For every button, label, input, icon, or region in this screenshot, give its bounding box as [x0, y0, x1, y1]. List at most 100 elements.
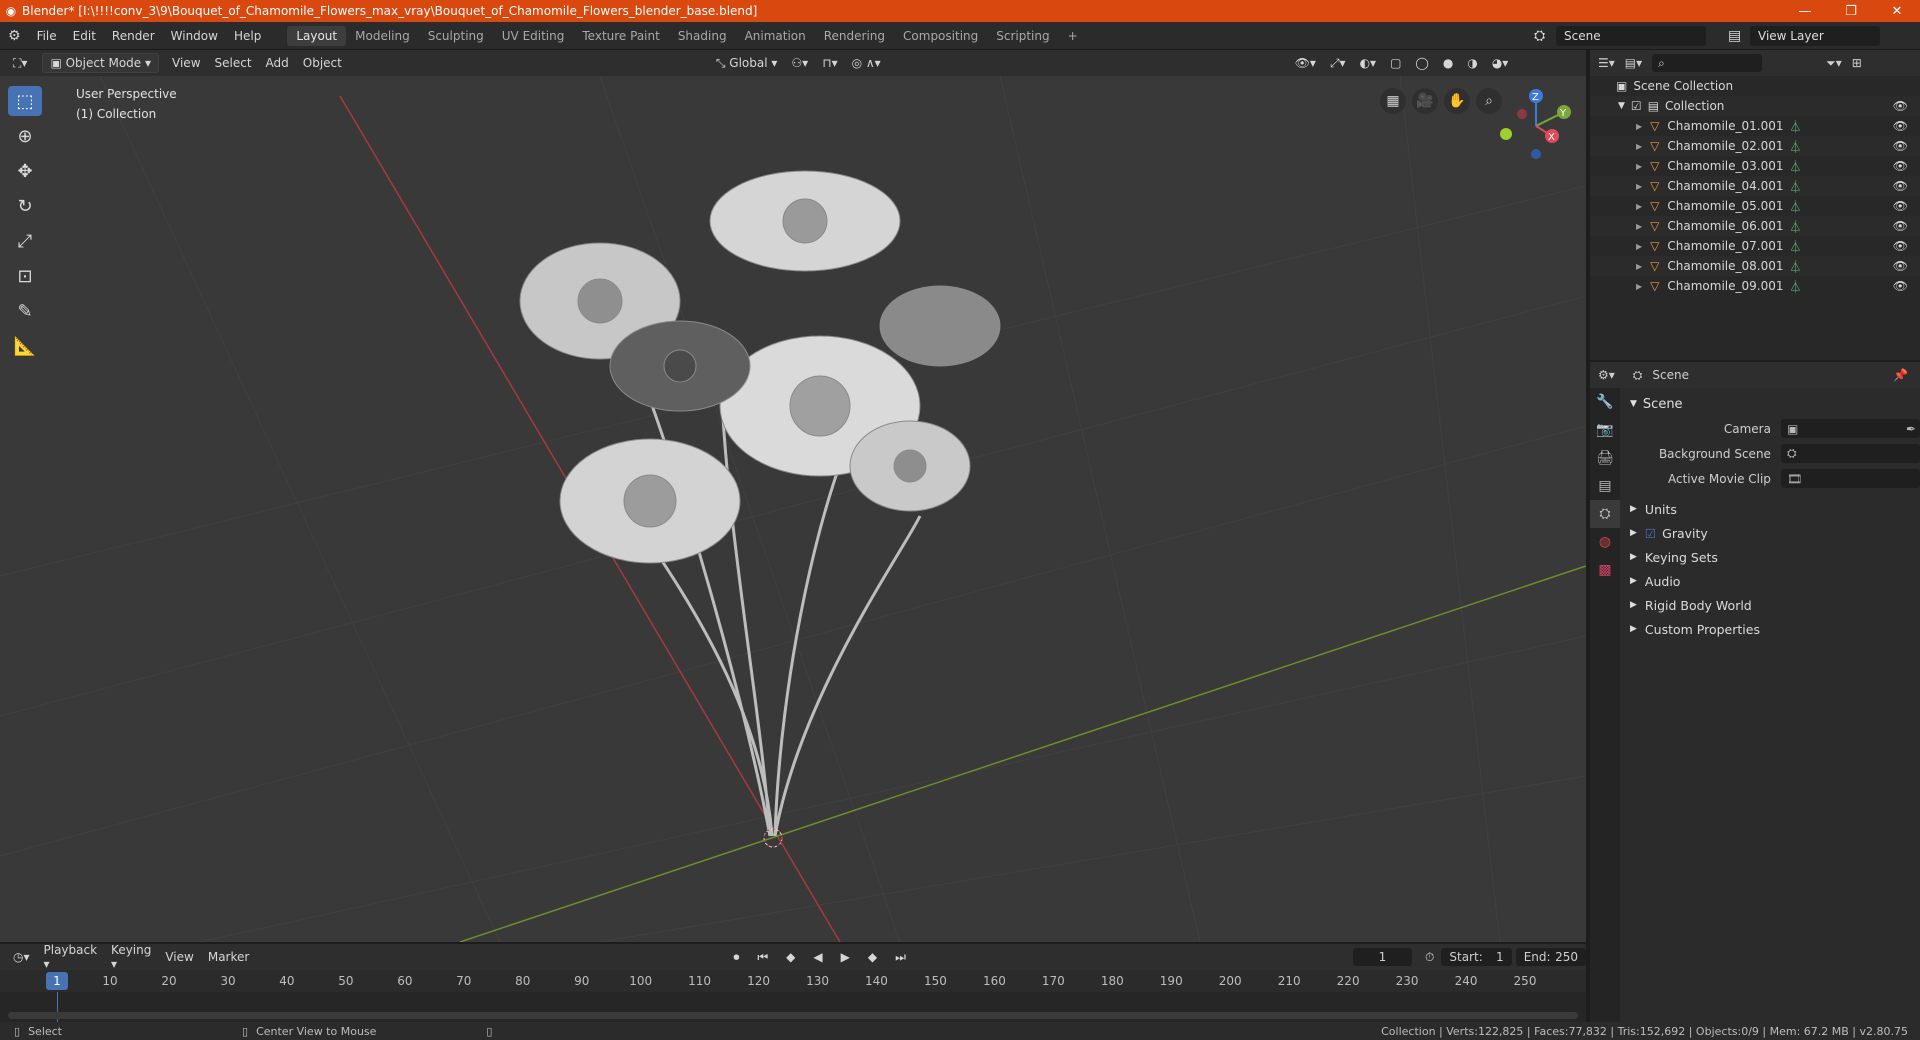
timeline-editor-type-icon[interactable]: ◷▾: [6, 948, 37, 966]
expand-arrow-icon[interactable]: ▶: [1636, 242, 1642, 251]
eye-icon[interactable]: 👁: [1893, 159, 1908, 173]
3d-viewport[interactable]: ⬚ ⊕ ✥ ↻ ⤢ ⊡ ✎ 📐 User Perspective (1) Col…: [0, 76, 1586, 942]
expand-arrow-icon[interactable]: ▶: [1636, 222, 1642, 231]
outliner-object-row[interactable]: ▶ ▽ Chamomile_08.001 ⏃ 👁: [1590, 256, 1920, 276]
menu-window[interactable]: Window: [163, 29, 226, 43]
navigation-gizmo[interactable]: Z Y X: [1496, 86, 1576, 166]
mesh-data-icon[interactable]: ⏃: [1789, 118, 1801, 135]
menu-help[interactable]: Help: [226, 29, 269, 43]
eye-icon[interactable]: 👁: [1893, 239, 1908, 253]
mesh-data-icon[interactable]: ⏃: [1789, 218, 1801, 235]
timeline-view-menu[interactable]: View: [158, 948, 200, 966]
menu-file[interactable]: File: [29, 29, 65, 43]
mesh-data-icon[interactable]: ⏃: [1789, 178, 1801, 195]
audio-panel[interactable]: ▶ Audio: [1622, 569, 1920, 593]
keying-menu[interactable]: Keying ▾: [104, 941, 158, 973]
move-tool-icon[interactable]: ✥: [8, 156, 42, 186]
object-mode-dropdown[interactable]: ▣ Object Mode ▾: [42, 53, 160, 73]
eye-icon[interactable]: 👁: [1893, 179, 1908, 193]
expand-arrow-icon[interactable]: ▶: [1636, 122, 1642, 131]
marker-menu[interactable]: Marker: [201, 948, 256, 966]
frame-ruler[interactable]: 1 10 20 30 40 50 60 70 80 90 100 110 120 130 140 150 160…: [0, 970, 1586, 992]
xray-icon[interactable]: ▢: [1383, 54, 1408, 72]
tool-tab-icon[interactable]: 🔧: [1590, 388, 1620, 416]
add-menu[interactable]: Add: [259, 54, 296, 72]
scale-tool-icon[interactable]: ⤢: [8, 226, 42, 256]
texture-tab-icon[interactable]: ▩: [1590, 556, 1620, 584]
mesh-data-icon[interactable]: ⏃: [1789, 198, 1801, 215]
camera-field[interactable]: ▣ ✒: [1780, 419, 1920, 438]
playback-menu[interactable]: Playback ▾: [37, 941, 105, 973]
pivot-icon[interactable]: ⚇▾: [784, 54, 815, 72]
expand-arrow-icon[interactable]: ▶: [1636, 162, 1642, 171]
mesh-data-icon[interactable]: ⏃: [1789, 278, 1801, 295]
pin-icon[interactable]: 📌: [1893, 368, 1908, 382]
rigid-body-world-panel[interactable]: ▶ Rigid Body World: [1622, 593, 1920, 617]
tab-animation[interactable]: Animation: [736, 26, 815, 46]
mesh-data-icon[interactable]: ⏃: [1789, 258, 1801, 275]
next-keyframe-icon[interactable]: ◆: [861, 948, 884, 966]
play-icon[interactable]: ▶: [834, 948, 857, 966]
outliner-object-row[interactable]: ▶ ▽ Chamomile_06.001 ⏃ 👁: [1590, 216, 1920, 236]
eye-icon[interactable]: 👁: [1893, 139, 1908, 153]
background-scene-field[interactable]: ⛭: [1780, 444, 1920, 463]
timeline-track-area[interactable]: [0, 992, 1586, 1022]
play-reverse-icon[interactable]: ◀: [806, 948, 829, 966]
expand-arrow-icon[interactable]: ▶: [1636, 262, 1642, 271]
tab-rendering[interactable]: Rendering: [815, 26, 894, 46]
mesh-data-icon[interactable]: ⏃: [1789, 238, 1801, 255]
select-menu[interactable]: Select: [208, 54, 259, 72]
checkbox-icon[interactable]: ☑: [1631, 99, 1642, 113]
tab-compositing[interactable]: Compositing: [894, 26, 987, 46]
tab-uv-editing[interactable]: UV Editing: [493, 26, 574, 46]
eye-icon[interactable]: 👁: [1893, 199, 1908, 213]
prev-keyframe-icon[interactable]: ◆: [779, 948, 802, 966]
measure-tool-icon[interactable]: 📐: [8, 331, 42, 361]
view-menu[interactable]: View: [165, 54, 207, 72]
select-box-tool-icon[interactable]: ⬚: [8, 86, 42, 116]
view-layer-icon[interactable]: ▤: [1720, 26, 1748, 46]
jump-end-icon[interactable]: ⏭: [888, 948, 913, 967]
eye-icon[interactable]: 👁: [1893, 219, 1908, 233]
output-tab-icon[interactable]: 🖨: [1590, 444, 1620, 472]
world-tab-icon[interactable]: ◍: [1590, 528, 1620, 556]
tab-shading[interactable]: Shading: [669, 26, 736, 46]
gravity-checkbox-icon[interactable]: ☑: [1645, 526, 1656, 541]
pan-hand-icon[interactable]: ✋: [1444, 88, 1470, 114]
eye-icon[interactable]: 👁: [1893, 259, 1908, 273]
expand-arrow-icon[interactable]: ▼: [1618, 101, 1625, 111]
menu-render[interactable]: Render: [104, 29, 163, 43]
display-mode-icon[interactable]: ▤▾: [1625, 56, 1642, 70]
object-menu[interactable]: Object: [296, 54, 349, 72]
outliner-object-row[interactable]: ▶ ▽ Chamomile_03.001 ⏃ 👁: [1590, 156, 1920, 176]
filter-icon[interactable]: ⏷▾: [1826, 56, 1842, 71]
visibility-icon[interactable]: 👁▾: [1288, 54, 1323, 72]
outliner-object-row[interactable]: ▶ ▽ Chamomile_01.001 ⏃ 👁: [1590, 116, 1920, 136]
collection-row[interactable]: ▼ ☑ ▤ Collection 👁: [1590, 96, 1920, 116]
outliner-object-row[interactable]: ▶ ▽ Chamomile_09.001 ⏃ 👁: [1590, 276, 1920, 296]
eyedropper-icon[interactable]: ✒: [1906, 422, 1916, 436]
tab-sculpting[interactable]: Sculpting: [419, 26, 493, 46]
menu-edit[interactable]: Edit: [65, 29, 104, 43]
material-shading-icon[interactable]: ◑: [1460, 54, 1484, 72]
gravity-panel[interactable]: ▶ ☑ Gravity: [1622, 521, 1920, 545]
render-tab-icon[interactable]: 📷: [1590, 416, 1620, 444]
active-movie-clip-field[interactable]: 🎞: [1780, 469, 1920, 488]
outliner-search-input[interactable]: [1664, 57, 1745, 69]
minimize-button[interactable]: —: [1782, 4, 1828, 19]
end-frame-field[interactable]: End: 250: [1515, 948, 1586, 966]
scene-icon[interactable]: ⛭: [1526, 26, 1554, 46]
jump-start-icon[interactable]: ⏮: [750, 948, 775, 967]
editor-type-icon[interactable]: ⚙: [0, 28, 29, 44]
eye-icon[interactable]: 👁: [1893, 99, 1908, 113]
close-button[interactable]: ✕: [1874, 4, 1920, 19]
outliner-object-row[interactable]: ▶ ▽ Chamomile_07.001 ⏃ 👁: [1590, 236, 1920, 256]
stopwatch-icon[interactable]: ⏱: [1418, 948, 1441, 967]
tab-layout[interactable]: Layout: [287, 25, 347, 46]
outliner-search-field[interactable]: ⌕: [1652, 54, 1763, 72]
timeline-scrollbar[interactable]: [8, 1012, 1578, 1019]
transform-orientation-dropdown[interactable]: ⤡ Global ▾: [709, 54, 785, 73]
add-workspace-button[interactable]: +: [1059, 26, 1087, 46]
maximize-button[interactable]: ❐: [1828, 4, 1874, 19]
cursor-tool-icon[interactable]: ⊕: [8, 121, 42, 151]
